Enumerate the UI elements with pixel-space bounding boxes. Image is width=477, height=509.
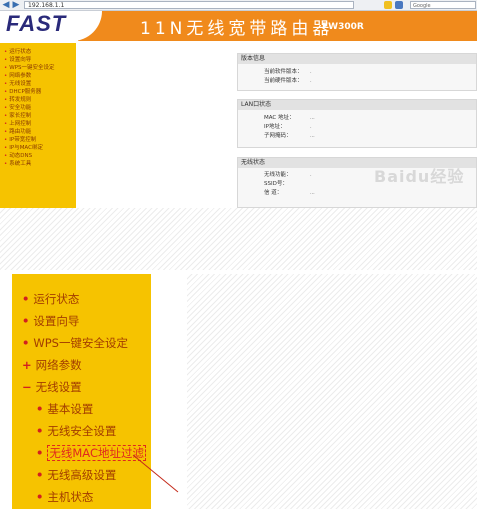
sidebar-item[interactable]: • WPS一键安全设定 xyxy=(4,64,76,72)
version-panel: 版本信息 当前软件版本：. 当前硬件版本：. xyxy=(237,53,477,91)
sidebar-item[interactable]: • IP与MAC绑定 xyxy=(4,144,76,152)
wireless-ssid-label: SSID号： xyxy=(264,181,288,187)
sidebar-item-label: 转发规则 xyxy=(9,97,32,103)
bullet-icon: • xyxy=(4,49,8,55)
baidu-watermark: Baidu经验 xyxy=(374,167,465,186)
bullet-icon: • xyxy=(4,97,8,103)
version-software-value: . xyxy=(310,69,312,75)
google-icon[interactable] xyxy=(395,1,403,9)
main-content: 版本信息 当前软件版本：. 当前硬件版本：. LAN口状态 MAC 地址：...… xyxy=(76,43,477,208)
sidebar-item-label: WPS一键安全设定 xyxy=(9,65,55,71)
bullet-icon: • xyxy=(4,89,8,95)
sidebar-item-label: IP与MAC绑定 xyxy=(9,145,43,151)
pointer-arrow xyxy=(132,454,179,493)
bullet-icon: • xyxy=(4,153,8,159)
lan-mask-value: ... xyxy=(310,133,315,139)
wireless-channel-label: 信 道： xyxy=(264,190,283,196)
bullet-icon: • xyxy=(4,65,8,71)
bullet-icon: • xyxy=(4,129,8,135)
browser-toolbar: ◀ ▶ 192.168.1.1 Google xyxy=(0,0,477,11)
panel-title: 版本信息 xyxy=(238,54,476,64)
bullet-icon: • xyxy=(4,113,8,119)
version-software-label: 当前软件版本： xyxy=(264,69,303,75)
sidebar-menu: • 运行状态 • 设置向导 • WPS一键安全设定 • 网络参数 • 无线设置 • DHCP服务器 • 转… xyxy=(0,43,76,208)
sidebar-item[interactable]: • 运行状态 xyxy=(4,48,76,56)
bullet-icon: • xyxy=(4,161,8,167)
bullet-icon: • xyxy=(4,105,8,111)
sidebar-item-label: 安全功能 xyxy=(9,105,32,111)
model-label: FW300R xyxy=(322,22,364,32)
panel-title: LAN口状态 xyxy=(238,100,476,110)
search-input[interactable]: Google xyxy=(410,1,476,9)
forward-arrow-icon[interactable]: ▶ xyxy=(11,0,21,10)
sidebar-item-label: 上网控制 xyxy=(9,121,32,127)
sidebar-item[interactable]: • IP带宽控制 xyxy=(4,136,76,144)
bullet-icon: • xyxy=(4,121,8,127)
sidebar-item-label: 无线设置 xyxy=(9,81,32,87)
bookmark-icon[interactable] xyxy=(384,1,392,9)
sidebar-item[interactable]: • 网络参数 xyxy=(4,72,76,80)
sidebar-item[interactable]: • 家长控制 xyxy=(4,112,76,120)
sidebar-item-label: 系统工具 xyxy=(9,161,32,167)
sidebar-item[interactable]: • 安全功能 xyxy=(4,104,76,112)
bullet-icon: • xyxy=(4,137,8,143)
sidebar-item[interactable]: • 上网控制 xyxy=(4,120,76,128)
bullet-icon: • xyxy=(4,57,8,63)
sidebar-item[interactable]: • 无线设置 xyxy=(4,80,76,88)
lan-ip-label: IP地址： xyxy=(264,124,286,130)
bullet-icon: • xyxy=(4,145,8,151)
lan-ip-value: . xyxy=(310,124,312,130)
wireless-enabled-value: . xyxy=(310,172,312,178)
sidebar-item-label: 网络参数 xyxy=(9,73,32,79)
sidebar-item[interactable]: • 路由功能 xyxy=(4,128,76,136)
sidebar-item-label: IP带宽控制 xyxy=(9,137,37,143)
lan-mac-value: ... xyxy=(310,115,315,121)
sidebar-item[interactable]: • 设置向导 xyxy=(4,56,76,64)
sidebar-item[interactable]: • 动态DNS xyxy=(4,152,76,160)
fast-logo: FAST xyxy=(6,11,67,36)
lan-mac-label: MAC 地址： xyxy=(264,115,295,121)
version-hardware-label: 当前硬件版本： xyxy=(264,78,303,84)
sidebar-item-label: 家长控制 xyxy=(9,113,32,119)
wireless-channel-value: ... xyxy=(310,190,315,196)
lan-panel: LAN口状态 MAC 地址：... IP地址：. 子网掩码：... xyxy=(237,99,477,148)
sidebar-item-label: 设置向导 xyxy=(9,57,32,63)
sidebar-item-label: 运行状态 xyxy=(9,49,32,55)
version-hardware-value: . xyxy=(310,78,312,84)
divider-hatch xyxy=(0,208,477,270)
sidebar-item[interactable]: • DHCP服务器 xyxy=(4,88,76,96)
back-arrow-icon[interactable]: ◀ xyxy=(1,0,11,10)
page-title: 11N无线宽带路由器 xyxy=(140,19,334,39)
bullet-icon: • xyxy=(4,73,8,79)
lan-mask-label: 子网掩码： xyxy=(264,133,292,139)
zoomed-sidebar-section: • 运行状态 • 设置向导 • WPS一键安全设定 + 网络参数 − 无线设置 • 基本设置 • 无线安全… xyxy=(0,270,477,509)
address-bar[interactable]: 192.168.1.1 xyxy=(24,1,354,9)
sidebar-item[interactable]: • 系统工具 xyxy=(4,160,76,168)
bullet-icon: • xyxy=(4,81,8,87)
sidebar-item-label: DHCP服务器 xyxy=(9,89,42,95)
sidebar-item[interactable]: • 转发规则 xyxy=(4,96,76,104)
sidebar-item-label: 动态DNS xyxy=(9,153,33,159)
wireless-enabled-label: 无线功能： xyxy=(264,172,292,178)
sidebar-item-label: 路由功能 xyxy=(9,129,32,135)
